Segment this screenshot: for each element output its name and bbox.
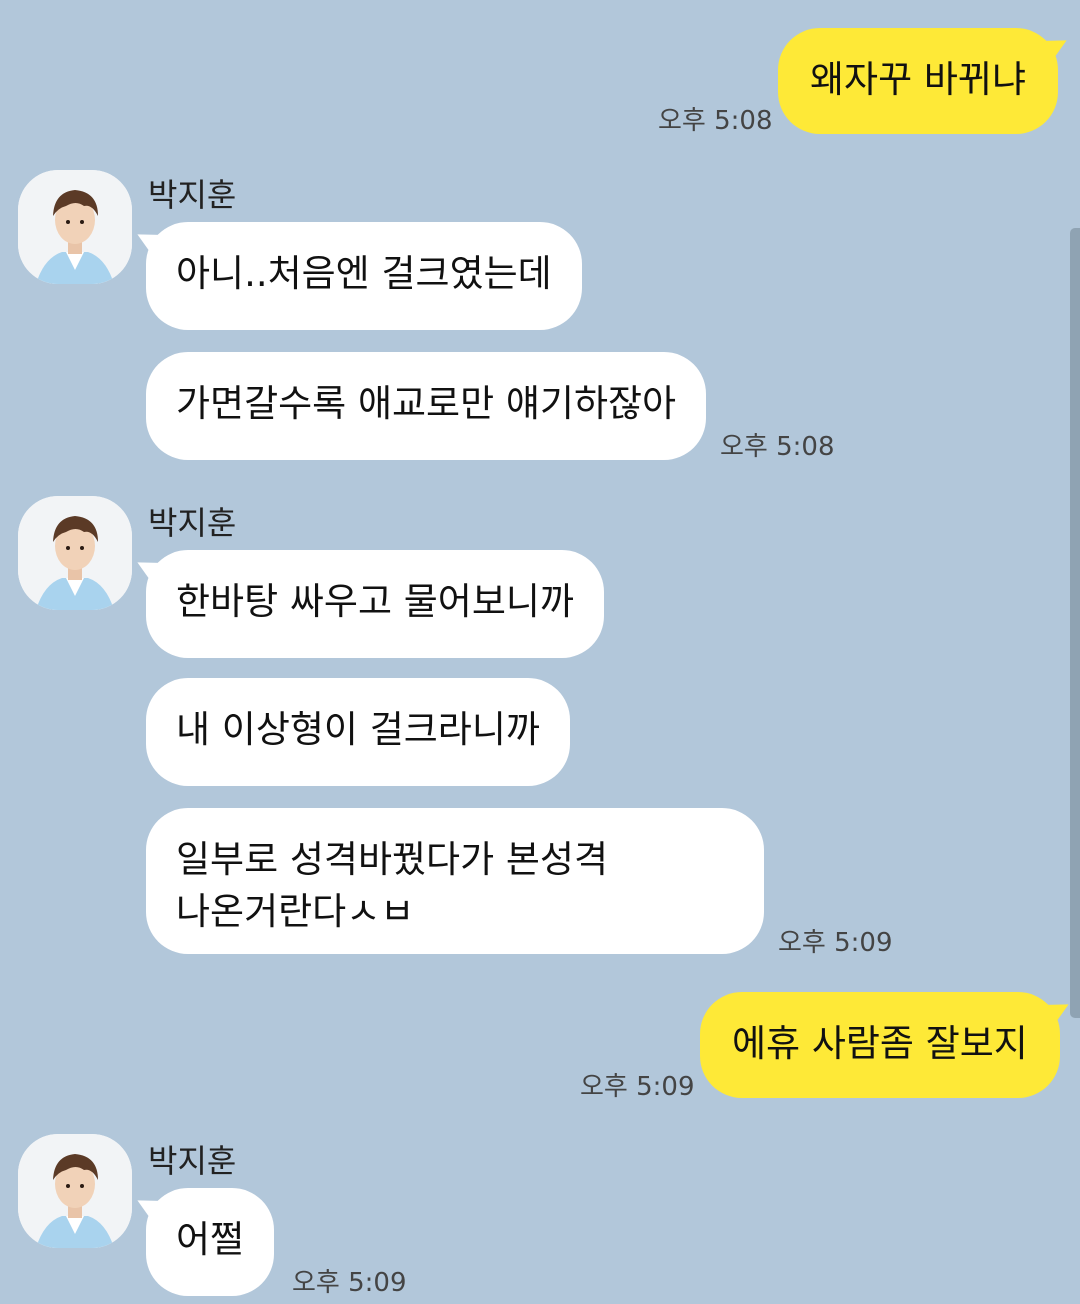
contact-name: 박지훈 <box>148 176 237 214</box>
contact-name: 박지훈 <box>148 504 237 542</box>
their-message-bubble[interactable]: 아니..처음엔 걸크였는데 <box>146 222 582 330</box>
their-message-bubble[interactable]: 어쩔 <box>146 1188 275 1296</box>
contact-avatar[interactable] <box>18 1134 132 1248</box>
message-time: 오후 5:09 <box>580 1072 695 1102</box>
contact-avatar[interactable] <box>18 496 132 610</box>
message-time: 오후 5:08 <box>720 432 835 462</box>
their-message-bubble[interactable]: 일부로 성격바꿨다가 본성격 나온거란다ㅅㅂ <box>146 808 764 954</box>
profile-photo-icon <box>18 170 132 284</box>
message-time: 오후 5:09 <box>778 928 893 958</box>
my-message-bubble[interactable]: 왜자꾸 바뀌냐 <box>778 28 1059 134</box>
their-message-bubble[interactable]: 한바탕 싸우고 물어보니까 <box>146 550 604 658</box>
message-time: 오후 5:09 <box>292 1268 407 1298</box>
contact-avatar[interactable] <box>18 170 132 284</box>
their-message-bubble[interactable]: 내 이상형이 걸크라니까 <box>146 678 570 786</box>
my-message-bubble[interactable]: 에휴 사람좀 잘보지 <box>700 992 1060 1098</box>
profile-photo-icon <box>18 1134 132 1248</box>
profile-photo-icon <box>18 496 132 610</box>
chat-view[interactable]: 오후 5:08 왜자꾸 바뀌냐 박지훈 아니..처음엔 걸크였는데 가면갈수록 … <box>0 0 1080 1304</box>
their-message-bubble[interactable]: 가면갈수록 애교로만 얘기하잖아 <box>146 352 707 460</box>
contact-name: 박지훈 <box>148 1142 237 1180</box>
message-time: 오후 5:08 <box>658 106 773 136</box>
scrollbar-thumb[interactable] <box>1070 228 1080 1018</box>
